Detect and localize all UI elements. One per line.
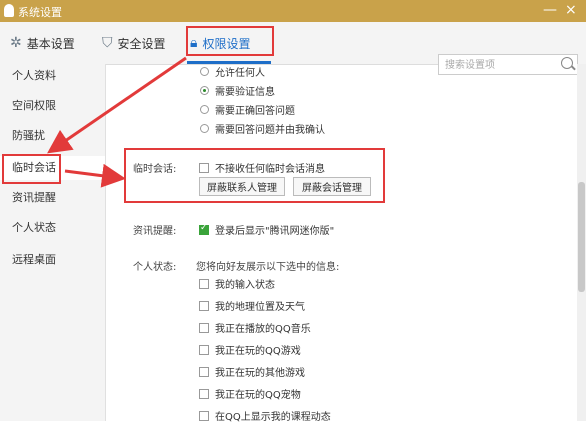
status-option-location[interactable]: 我的地理位置及天气 [199,298,305,313]
lock-icon: 🔒︎ [190,35,198,51]
checkbox-label: 不接收任何临时会话消息 [215,164,325,175]
checkbox-checked[interactable] [199,223,209,235]
checkbox[interactable] [199,322,209,333]
minimize-button[interactable]: — [543,2,557,18]
shield-icon: ⛉ [102,35,113,51]
tab-permission-label: 权限设置 [202,36,251,51]
gear-icon: ✲ [10,35,22,51]
radio-label: 需要回答问题并由我确认 [215,125,325,136]
verify-option-answer[interactable]: 需要正确回答问题 [200,102,295,117]
status-option-qq-game[interactable]: 我正在玩的QQ游戏 [199,342,301,357]
tab-security-settings[interactable]: ⛉ 安全设置 [102,22,166,64]
status-option-typing[interactable]: 我的输入状态 [199,276,275,291]
checkbox-label: 我正在玩的QQ游戏 [215,346,301,357]
sidebar-item-personal-status[interactable]: 个人状态 [0,216,105,240]
radio-button[interactable] [200,124,209,133]
search-icon[interactable] [561,57,573,69]
checkbox-label: 我正在玩的其他游戏 [215,368,305,379]
status-option-other-game[interactable]: 我正在玩的其他游戏 [199,364,305,379]
sidebar-item-temp-session[interactable]: 临时会话 [0,156,105,180]
personal-status-description: 您将向好友展示以下选中的信息: [196,262,340,273]
radio-label: 需要验证信息 [215,87,275,98]
close-button[interactable]: × [565,2,577,18]
news-reminder-label: 资讯提醒: [133,226,177,237]
sidebar: 个人资料 空间权限 防骚扰 临时会话 资讯提醒 个人状态 远程桌面 [0,64,106,421]
verify-option-anyone[interactable]: 允许任何人 [200,64,265,79]
app-icon [4,4,14,17]
checkbox-label: 登录后显示"腾讯网迷你版" [215,226,335,237]
scroll-thumb[interactable] [578,182,585,292]
checkbox[interactable] [199,162,209,173]
checkbox[interactable] [199,388,209,399]
radio-button[interactable] [200,105,209,114]
radio-button-selected[interactable] [200,86,209,95]
radio-button[interactable] [200,67,209,76]
checkbox[interactable] [199,344,209,355]
window-title: 系统设置 [18,6,62,19]
news-show-mini[interactable]: 登录后显示"腾讯网迷你版" [199,222,334,237]
block-sessions-button[interactable]: 屏蔽会话管理 [293,177,371,196]
checkbox[interactable] [199,278,209,289]
sidebar-item-anti-harassment[interactable]: 防骚扰 [0,124,105,148]
verify-option-info[interactable]: 需要验证信息 [200,83,275,98]
temp-session-reject-all[interactable]: 不接收任何临时会话消息 [199,160,325,175]
checkbox[interactable] [199,366,209,377]
sidebar-item-space-permission[interactable]: 空间权限 [0,94,105,118]
tab-permission-settings[interactable]: 🔒︎ 权限设置 [190,22,250,64]
checkbox-label: 我的输入状态 [215,280,275,291]
tab-bar: ✲ 基本设置 ⛉ 安全设置 🔒︎ 权限设置 [0,22,586,75]
sidebar-item-profile[interactable]: 个人资料 [0,64,105,88]
personal-status-label: 个人状态: [133,262,177,273]
verify-option-answer-confirm[interactable]: 需要回答问题并由我确认 [200,121,325,136]
temp-session-label: 临时会话: [133,164,177,175]
checkbox-label: 我的地理位置及天气 [215,302,305,313]
block-contacts-button[interactable]: 屏蔽联系人管理 [199,177,285,196]
tab-basic-settings[interactable]: ✲ 基本设置 [10,22,75,64]
tab-basic-label: 基本设置 [26,36,75,51]
radio-label: 需要正确回答问题 [215,106,295,117]
checkbox-label: 我正在玩的QQ宠物 [215,390,301,401]
tab-security-label: 安全设置 [117,36,166,51]
sidebar-item-news-reminder[interactable]: 资讯提醒 [0,186,105,210]
title-bar: 系统设置 — × [0,0,586,22]
checkbox-label: 我正在播放的QQ音乐 [215,324,311,335]
checkbox[interactable] [199,410,209,421]
radio-label: 允许任何人 [215,68,265,79]
status-option-qq-pet[interactable]: 我正在玩的QQ宠物 [199,386,301,401]
sidebar-item-remote-desktop[interactable]: 远程桌面 [0,248,105,272]
search-input[interactable] [443,55,557,75]
scrollbar[interactable] [577,64,586,421]
search-box[interactable] [438,54,578,75]
checkbox[interactable] [199,300,209,311]
status-option-music[interactable]: 我正在播放的QQ音乐 [199,320,311,335]
